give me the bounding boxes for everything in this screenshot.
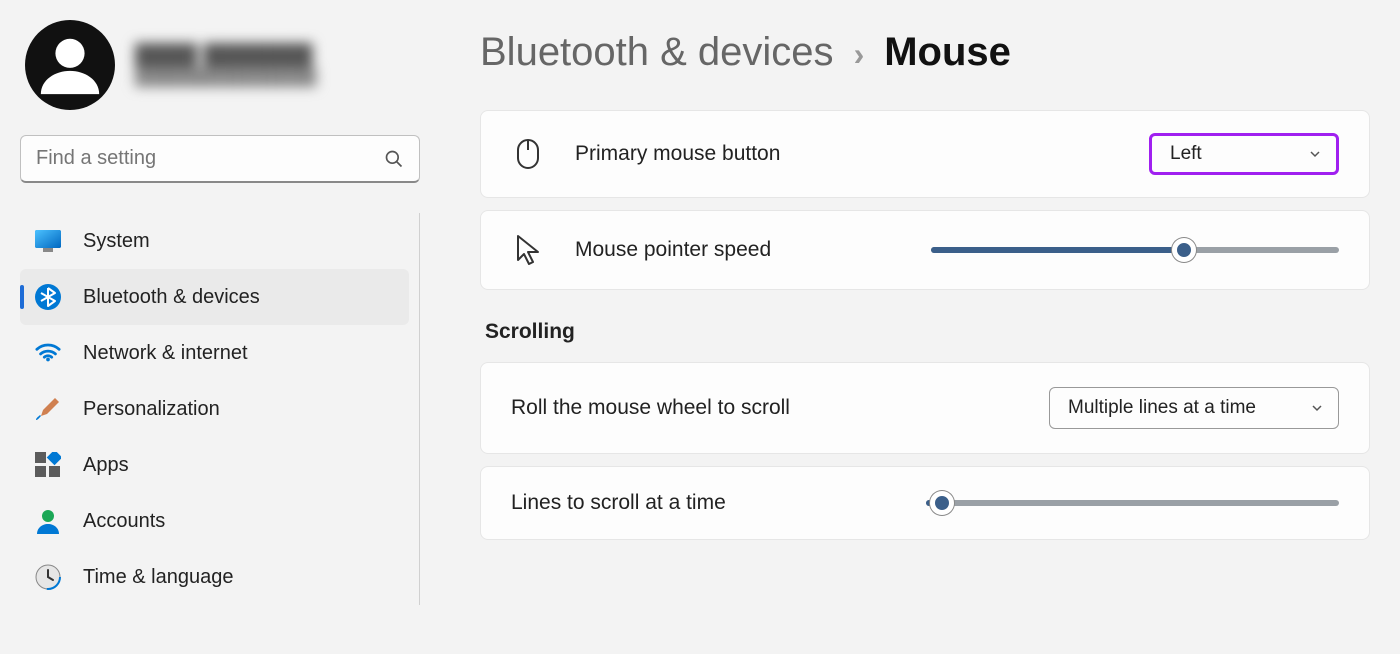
- sidebar-item-network[interactable]: Network & internet: [20, 325, 409, 381]
- system-icon: [35, 228, 61, 254]
- setting-label: Mouse pointer speed: [575, 238, 771, 262]
- sidebar-item-label: Accounts: [83, 510, 165, 533]
- chevron-right-icon: ›: [854, 36, 865, 73]
- chevron-down-icon: [1310, 401, 1324, 415]
- chevron-down-icon: [1308, 147, 1322, 161]
- slider-thumb[interactable]: [1172, 238, 1196, 262]
- lines-scroll-slider[interactable]: [926, 500, 1339, 506]
- sidebar-item-bluetooth[interactable]: Bluetooth & devices: [20, 269, 409, 325]
- dropdown-value: Multiple lines at a time: [1068, 397, 1256, 419]
- wheel-scroll-dropdown[interactable]: Multiple lines at a time: [1049, 387, 1339, 429]
- pointer-speed-slider[interactable]: [931, 247, 1339, 253]
- clock-icon: [35, 564, 61, 590]
- wifi-icon: [35, 340, 61, 366]
- sidebar-item-label: Network & internet: [83, 342, 248, 365]
- profile-sub: ████████████████: [135, 69, 316, 87]
- sidebar-item-label: Bluetooth & devices: [83, 286, 260, 309]
- setting-label: Primary mouse button: [575, 142, 780, 166]
- mouse-icon: [511, 137, 545, 171]
- dropdown-value: Left: [1170, 143, 1202, 165]
- search-input[interactable]: [36, 147, 384, 170]
- main-content: Bluetooth & devices › Mouse Primary mous…: [440, 0, 1400, 654]
- setting-wheel-scroll: Roll the mouse wheel to scroll Multiple …: [480, 362, 1370, 454]
- breadcrumb-current: Mouse: [884, 30, 1011, 75]
- sidebar-item-label: Personalization: [83, 398, 220, 421]
- setting-primary-mouse-button: Primary mouse button Left: [480, 110, 1370, 198]
- sidebar-item-personalization[interactable]: Personalization: [20, 381, 409, 437]
- primary-button-dropdown[interactable]: Left: [1149, 133, 1339, 175]
- sidebar-item-label: Apps: [83, 454, 129, 477]
- bluetooth-icon: [35, 284, 61, 310]
- brush-icon: [35, 396, 61, 422]
- sidebar-item-time-language[interactable]: Time & language: [20, 549, 409, 605]
- sidebar-item-system[interactable]: System: [20, 213, 409, 269]
- sidebar-item-accounts[interactable]: Accounts: [20, 493, 409, 549]
- breadcrumb-parent[interactable]: Bluetooth & devices: [480, 30, 834, 75]
- profile-section[interactable]: ████ ███████ ████████████████: [20, 20, 420, 110]
- cursor-icon: [511, 233, 545, 267]
- avatar-icon: [35, 30, 105, 100]
- profile-text: ████ ███████ ████████████████: [135, 43, 316, 87]
- setting-lines-scroll: Lines to scroll at a time: [480, 466, 1370, 540]
- nav-list: System Bluetooth & devices Network & int…: [20, 213, 420, 605]
- setting-label: Lines to scroll at a time: [511, 491, 726, 515]
- setting-label: Roll the mouse wheel to scroll: [511, 396, 790, 420]
- search-box[interactable]: [20, 135, 420, 183]
- person-icon: [35, 508, 61, 534]
- scrolling-section-header: Scrolling: [485, 320, 1370, 344]
- apps-icon: [35, 452, 61, 478]
- sidebar-item-label: System: [83, 230, 150, 253]
- slider-thumb[interactable]: [930, 491, 954, 515]
- avatar: [25, 20, 115, 110]
- sidebar-item-label: Time & language: [83, 566, 233, 589]
- profile-name: ████ ███████: [135, 43, 316, 69]
- search-icon: [384, 149, 404, 169]
- breadcrumb: Bluetooth & devices › Mouse: [480, 30, 1370, 75]
- sidebar-item-apps[interactable]: Apps: [20, 437, 409, 493]
- setting-pointer-speed: Mouse pointer speed: [480, 210, 1370, 290]
- sidebar: ████ ███████ ████████████████ System Blu…: [0, 0, 440, 654]
